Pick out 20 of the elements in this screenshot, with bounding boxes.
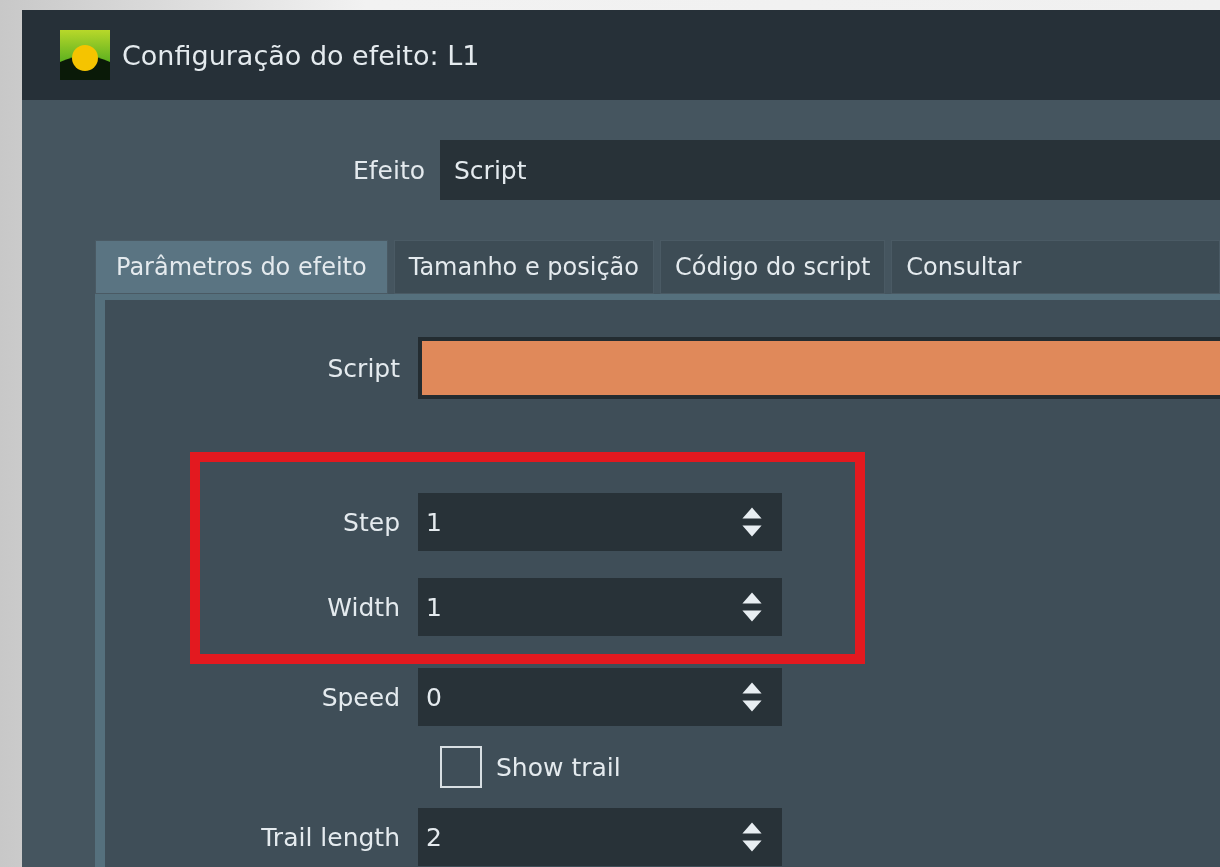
tab[interactable]: Código do script — [660, 240, 886, 294]
field-label: Efeito — [351, 155, 425, 185]
field-label: Trail length — [260, 822, 400, 852]
script-field[interactable] — [418, 337, 1220, 399]
window-title: Configuração do efeito: L1 — [122, 39, 480, 71]
field-label: Script — [326, 353, 400, 383]
spin-box[interactable]: 1 — [418, 493, 782, 551]
spin-box[interactable]: 2 — [418, 808, 782, 866]
field-label: Speed — [320, 682, 400, 712]
tab[interactable]: Consultar — [891, 240, 1220, 294]
spin-box[interactable]: 0 — [418, 668, 782, 726]
checkbox[interactable] — [440, 746, 482, 788]
app-icon — [60, 30, 110, 80]
field-label: Width — [326, 592, 400, 622]
tab[interactable]: Parâmetros do efeito — [95, 240, 388, 294]
spin-box[interactable]: 1 — [418, 578, 782, 636]
tab[interactable]: Tamanho e posição — [393, 240, 654, 294]
checkbox-label: Show trail — [496, 752, 621, 782]
effect-dropdown[interactable]: Script — [440, 140, 1220, 200]
field-label: Step — [342, 507, 400, 537]
